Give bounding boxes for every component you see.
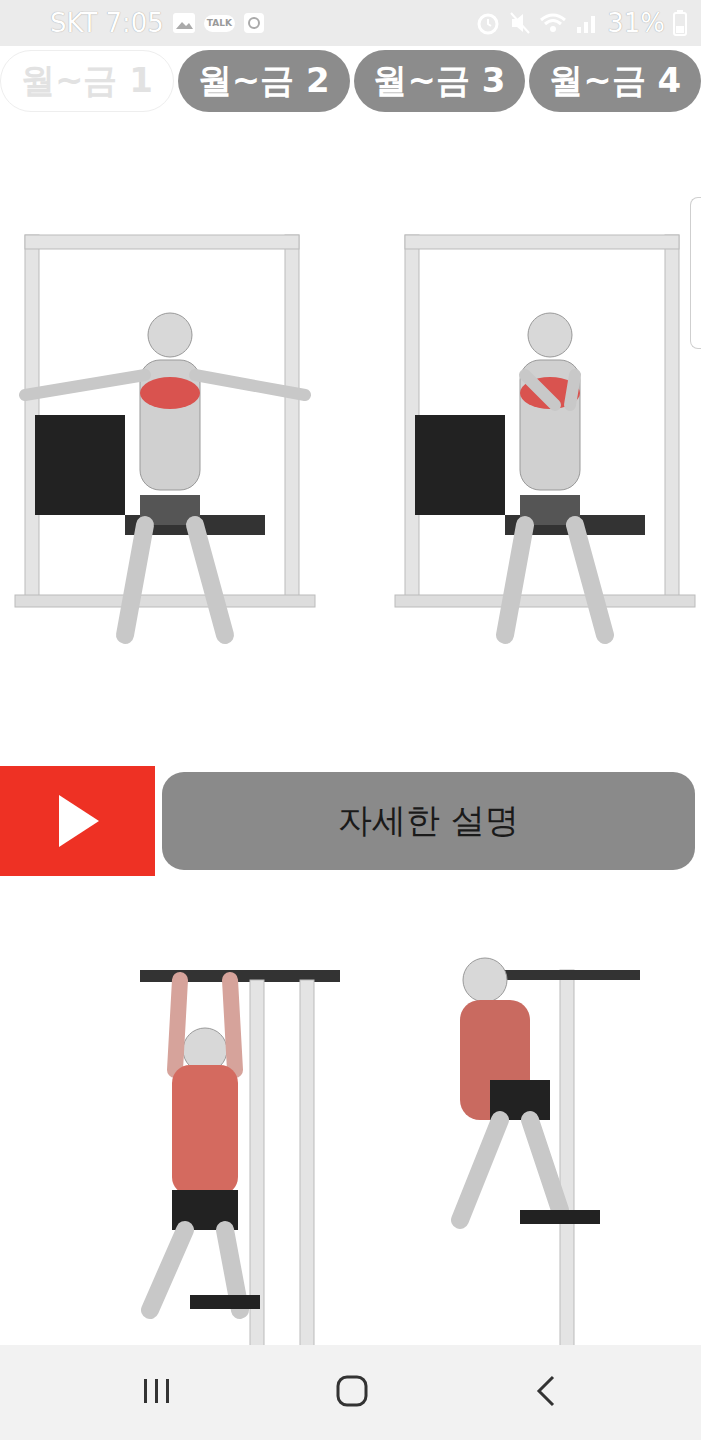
play-icon xyxy=(53,791,103,851)
exercise-illustration xyxy=(0,940,701,1345)
tab-bar: 월~금 1 월~금 2 월~금 3 월~금 4 xyxy=(0,46,701,116)
back-icon xyxy=(531,1373,561,1409)
detail-button[interactable]: 자세한 설명 xyxy=(162,772,695,870)
detail-label: 자세한 설명 xyxy=(338,798,519,844)
battery-icon xyxy=(673,10,687,36)
home-button[interactable] xyxy=(334,1373,370,1413)
day-tab[interactable]: 월~금 2 xyxy=(178,50,350,112)
time: 7:05 xyxy=(105,8,163,38)
gallery-icon xyxy=(172,12,196,34)
alarm-icon xyxy=(475,11,501,35)
recent-apps-icon xyxy=(140,1374,174,1408)
carrier: SKT xyxy=(50,8,97,38)
tab-label: 월~금 3 xyxy=(373,58,505,104)
recent-apps-button[interactable] xyxy=(140,1374,174,1412)
talk-icon: TALK xyxy=(204,15,235,32)
day-tab[interactable]: 월~금 1 xyxy=(0,50,174,112)
back-button[interactable] xyxy=(531,1373,561,1413)
day-tab[interactable]: 월~금 3 xyxy=(354,50,526,112)
clock-icon xyxy=(243,12,265,34)
mute-icon xyxy=(509,11,531,35)
signal-icon xyxy=(575,11,599,35)
spacer xyxy=(0,876,701,940)
tab-label: 월~금 1 xyxy=(21,58,153,104)
status-right: 31% xyxy=(475,8,687,38)
navigation-bar xyxy=(0,1345,701,1440)
exercise-illustration xyxy=(0,195,701,675)
spacer xyxy=(0,675,701,766)
play-button[interactable] xyxy=(0,766,155,876)
status-left: SKT 7:05 TALK xyxy=(50,8,265,38)
status-bar: SKT 7:05 TALK 31% xyxy=(0,0,701,46)
wifi-icon xyxy=(539,11,567,35)
battery-level: 31% xyxy=(607,8,665,38)
tab-label: 월~금 4 xyxy=(549,58,681,104)
day-tab[interactable]: 월~금 4 xyxy=(529,50,701,112)
video-row: 자세한 설명 xyxy=(0,766,701,876)
side-panel-handle[interactable] xyxy=(690,197,701,349)
spacer xyxy=(0,116,701,195)
home-icon xyxy=(334,1373,370,1409)
tab-label: 월~금 2 xyxy=(198,58,330,104)
